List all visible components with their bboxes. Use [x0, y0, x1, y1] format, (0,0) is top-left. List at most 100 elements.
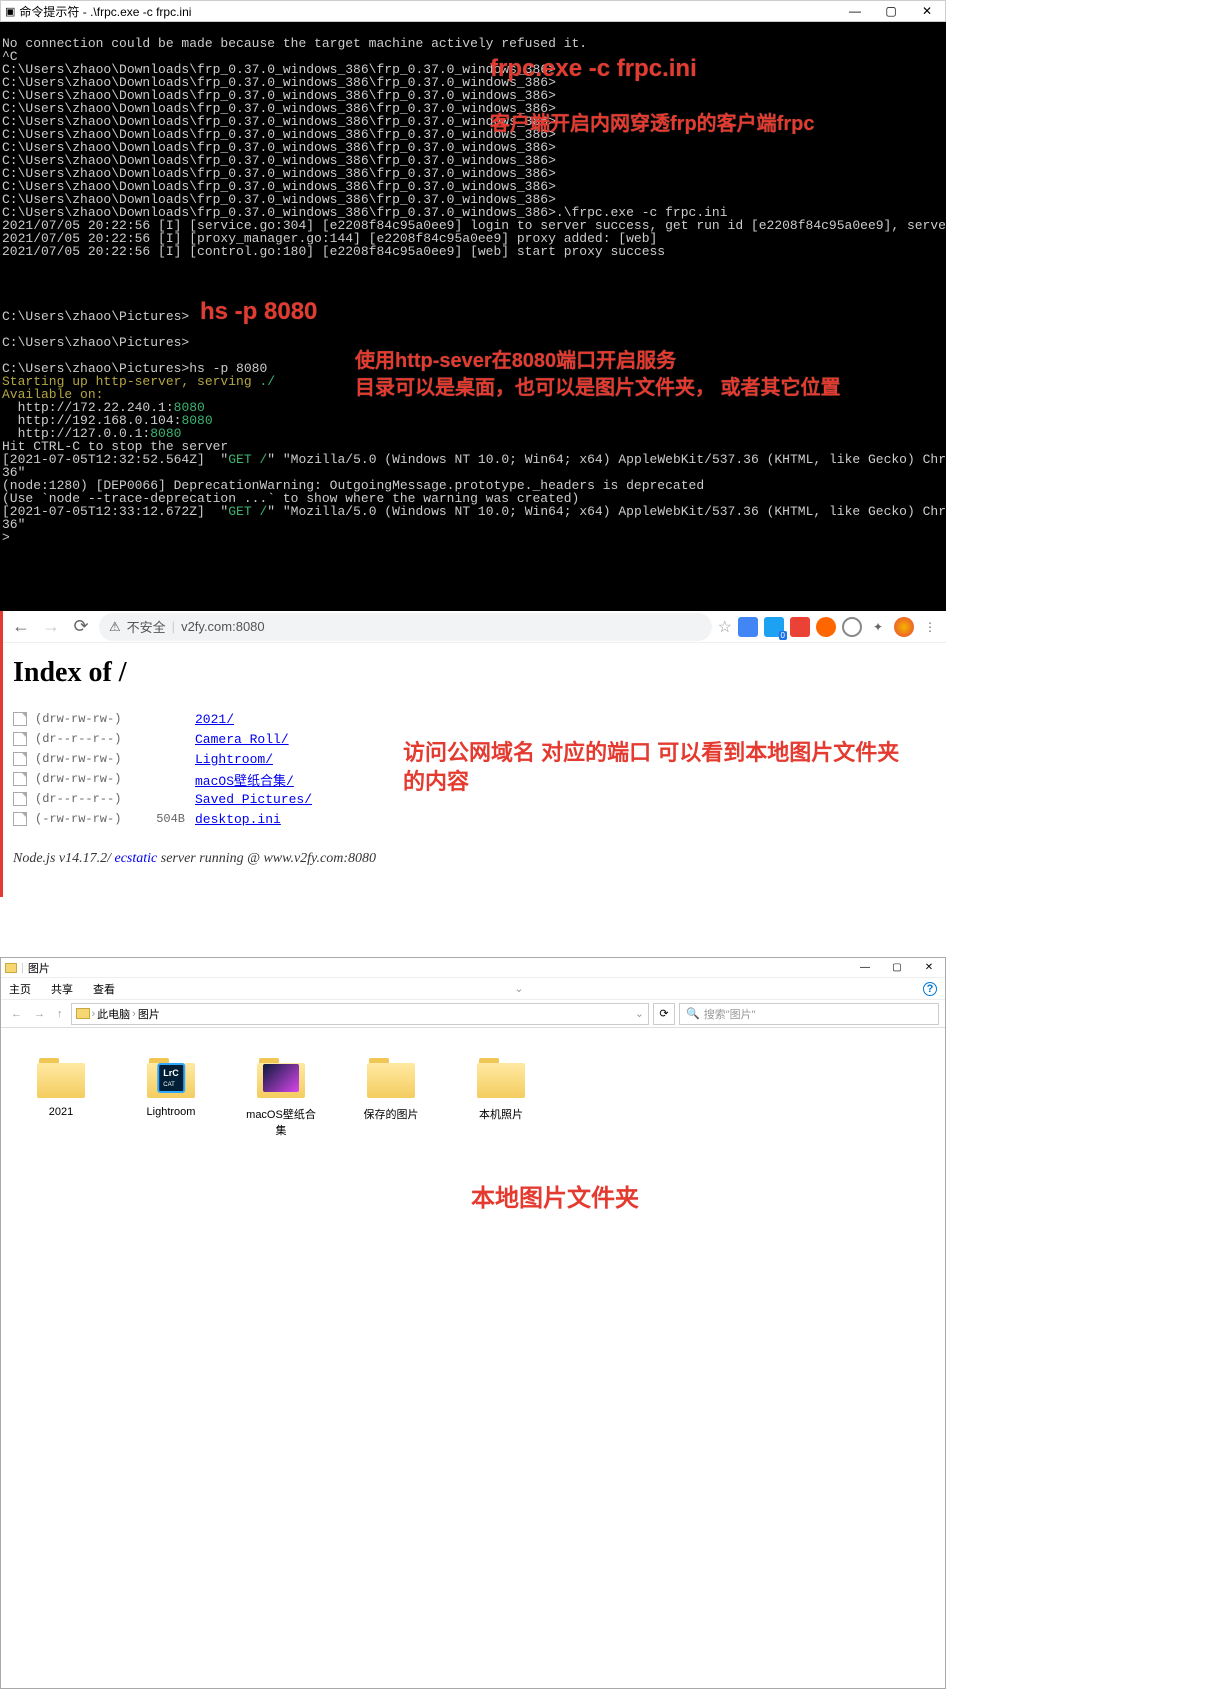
- refresh-button[interactable]: ⟳: [653, 1003, 675, 1025]
- nav-up-button[interactable]: ↑: [53, 1008, 67, 1020]
- explorer-search[interactable]: 🔍 搜索"图片": [679, 1003, 939, 1025]
- folder-icon: [37, 1058, 85, 1098]
- term-prompt: C:\Users\zhaoo\Pictures>: [2, 335, 189, 350]
- footer-text: Node.js v14.17.2/: [13, 851, 115, 866]
- minimize-button[interactable]: —: [849, 958, 881, 977]
- file-icon: [13, 812, 27, 826]
- annotation-hs-cmd: hs -p 8080: [200, 305, 317, 318]
- explorer-ribbon: 主页 共享 查看 ⌄ ?: [1, 978, 945, 1000]
- term-req: [2021-07-05T12:33:12.672Z] ": [2, 504, 228, 519]
- file-link[interactable]: Camera Roll/: [195, 732, 289, 747]
- search-placeholder: 搜索"图片": [704, 1006, 756, 1022]
- file-perms: (drw-rw-rw-): [35, 712, 145, 726]
- explorer-nav: ← → ↑ › 此电脑 › 图片 ⌄ ⟳ 🔍 搜索"图片": [1, 1000, 945, 1028]
- ecstatic-link[interactable]: ecstatic: [115, 851, 158, 866]
- file-size: 504B: [145, 812, 185, 826]
- term-method: GET: [228, 452, 259, 467]
- file-link[interactable]: Saved Pictures/: [195, 792, 312, 807]
- separator: |: [172, 619, 175, 634]
- crumb-segment[interactable]: 此电脑: [97, 1006, 130, 1022]
- close-button[interactable]: ✕: [909, 1, 945, 22]
- cmd-output[interactable]: No connection could be made because the …: [0, 22, 946, 611]
- term-log: 2021/07/05 20:22:56 [I] [control.go:180]…: [2, 244, 665, 259]
- nav-back-button[interactable]: ←: [7, 1008, 26, 1020]
- maximize-button[interactable]: ▢: [881, 958, 913, 977]
- file-link[interactable]: macOS壁纸合集/: [195, 770, 294, 789]
- breadcrumb[interactable]: › 此电脑 › 图片 ⌄: [71, 1003, 650, 1025]
- nav-forward-button[interactable]: →: [30, 1008, 49, 1020]
- browser-toolbar: ← → ⟳ ⚠ 不安全 | v2fy.com:8080 ☆ 0 ✦ ⋮: [3, 611, 946, 643]
- file-link[interactable]: Lightroom/: [195, 752, 273, 767]
- maximize-button[interactable]: ▢: [873, 1, 909, 22]
- extension-icon[interactable]: 0: [764, 617, 784, 637]
- page-heading: Index of /: [13, 657, 936, 689]
- lightroom-icon: LrCCAT: [157, 1063, 185, 1093]
- folder-label: 2021: [49, 1106, 73, 1118]
- cmd-window: ▣ 命令提示符 - .\frpc.exe -c frpc.ini — ▢ ✕ N…: [0, 0, 946, 611]
- ribbon-expand-icon[interactable]: ⌄: [514, 982, 523, 995]
- extension-icon[interactable]: [790, 617, 810, 637]
- address-bar[interactable]: ⚠ 不安全 | v2fy.com:8080: [99, 613, 712, 641]
- explorer-title: | 图片: [1, 960, 849, 976]
- extensions-menu-icon[interactable]: ✦: [868, 617, 888, 637]
- file-icon: [13, 752, 27, 766]
- file-link[interactable]: desktop.ini: [195, 812, 281, 827]
- term-prompt: C:\Users\zhaoo\Pictures>: [2, 309, 189, 324]
- insecure-icon: ⚠: [109, 619, 121, 635]
- annotation-hs-desc2: 目录可以是桌面，也可以是图片文件夹， 或者其它位置: [355, 382, 841, 395]
- explorer-content[interactable]: 2021 LrCCAT Lightroom macOS壁纸合集 保存的图片 本机…: [1, 1028, 945, 1688]
- explorer-titlebar: | 图片 — ▢ ✕: [1, 958, 945, 978]
- folder-label: 保存的图片: [364, 1106, 419, 1122]
- term-ua: " "Mozilla/5.0 (Windows NT 10.0; Win64; …: [267, 504, 946, 519]
- folder-label: 本机照片: [479, 1106, 523, 1122]
- file-perms: (-rw-rw-rw-): [35, 812, 145, 826]
- forward-button[interactable]: →: [39, 615, 63, 639]
- extension-icons: 0 ✦ ⋮: [738, 617, 940, 637]
- search-icon: 🔍: [686, 1007, 700, 1020]
- reload-button[interactable]: ⟳: [69, 615, 93, 639]
- file-icon: [13, 732, 27, 746]
- annotation-hs-desc1: 使用http-sever在8080端口开启服务: [355, 355, 676, 368]
- file-perms: (dr--r--r--): [35, 732, 145, 746]
- crumb-segment[interactable]: 图片: [138, 1006, 160, 1022]
- extension-icon[interactable]: [842, 617, 862, 637]
- folder-item[interactable]: macOS壁纸合集: [241, 1058, 321, 1658]
- file-row: (drw-rw-rw-) 2021/: [13, 709, 936, 729]
- ribbon-tab-home[interactable]: 主页: [9, 981, 31, 997]
- minimize-button[interactable]: —: [837, 1, 873, 22]
- term-req: [2021-07-05T12:32:52.564Z] ": [2, 452, 228, 467]
- folder-label: Lightroom: [147, 1106, 196, 1118]
- annotation-browser-desc: 访问公网域名 对应的端口 可以看到本地图片文件夹的内容: [403, 739, 903, 796]
- term-method: GET: [228, 504, 259, 519]
- folder-label: macOS壁纸合集: [241, 1106, 321, 1138]
- term-line: ./: [259, 374, 275, 389]
- cmd-titlebar: ▣ 命令提示符 - .\frpc.exe -c frpc.ini — ▢ ✕: [0, 0, 946, 22]
- file-icon: [13, 772, 27, 786]
- close-button[interactable]: ✕: [913, 958, 945, 977]
- file-perms: (drw-rw-rw-): [35, 772, 145, 786]
- chevron-down-icon[interactable]: ⌄: [635, 1007, 644, 1020]
- cmd-icon: ▣: [5, 5, 15, 18]
- term-port: 8080: [181, 413, 212, 428]
- annotation-frpc-desc: 客户端开启内网穿透frp的客户端frpc: [490, 118, 814, 131]
- folder-icon: [477, 1058, 525, 1098]
- folder-icon: [367, 1058, 415, 1098]
- browser-content: Index of / (drw-rw-rw-) 2021/ (dr--r--r--…: [3, 643, 946, 897]
- help-icon[interactable]: ?: [923, 982, 937, 996]
- ribbon-tab-share[interactable]: 共享: [51, 981, 73, 997]
- profile-avatar[interactable]: [894, 617, 914, 637]
- extension-icon[interactable]: [738, 617, 758, 637]
- ribbon-tab-view[interactable]: 查看: [93, 981, 115, 997]
- extension-icon[interactable]: [816, 617, 836, 637]
- folder-item[interactable]: 本机照片: [461, 1058, 541, 1658]
- wallpaper-thumbnail: [263, 1064, 299, 1092]
- back-button[interactable]: ←: [9, 615, 33, 639]
- star-icon[interactable]: ☆: [718, 617, 732, 637]
- browser-window: ← → ⟳ ⚠ 不安全 | v2fy.com:8080 ☆ 0 ✦ ⋮ Inde…: [0, 611, 946, 897]
- folder-item[interactable]: 2021: [21, 1058, 101, 1658]
- chevron-right-icon: ›: [92, 1008, 96, 1020]
- file-link[interactable]: 2021/: [195, 712, 234, 727]
- folder-item[interactable]: LrCCAT Lightroom: [131, 1058, 211, 1658]
- kebab-menu-icon[interactable]: ⋮: [920, 617, 940, 637]
- folder-item[interactable]: 保存的图片: [351, 1058, 431, 1658]
